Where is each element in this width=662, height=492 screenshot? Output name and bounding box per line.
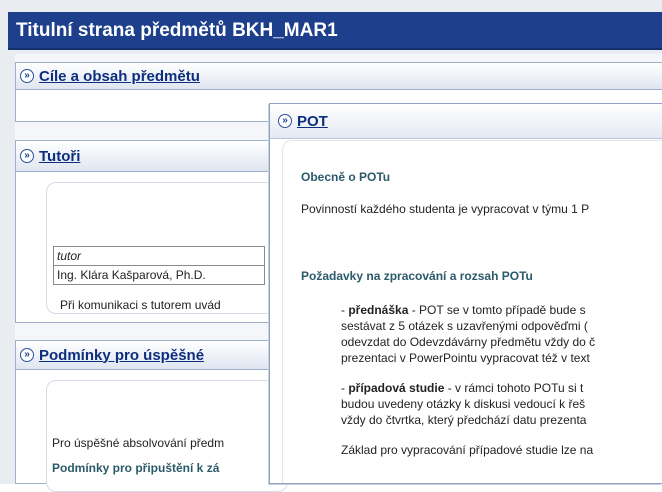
expand-chevron-icon[interactable]: » (20, 149, 34, 163)
lecture-line-4: prezentaci v PowerPointu vypracovat též … (341, 351, 590, 365)
table-row: Ing. Klára Kašparová, Ph.D. (53, 265, 265, 285)
tutor-table: tutor Ing. Klára Kašparová, Ph.D. (53, 246, 265, 285)
table-row: tutor (53, 246, 265, 266)
lecture-line-3: odevzdat do Odevzdávárny předmětu vždy d… (341, 335, 596, 349)
pot-item-lecture: - přednáška - POT se v tomto případě bud… (341, 303, 586, 317)
tutor-note: Při komunikaci s tutorem uvád (60, 298, 221, 312)
term-lecture: přednáška (348, 303, 409, 317)
tutor-table-header: tutor (53, 246, 265, 266)
lecture-line-1: - POT se v tomto případě bude s (408, 303, 586, 317)
expand-chevron-icon[interactable]: » (278, 114, 292, 128)
pot-dialog: » POT Obecně o POTu Povinností každého s… (269, 103, 662, 484)
pot-heading-requirements: Požadavky na zpracování a rozsah POTu (301, 269, 533, 283)
section-tutori-title[interactable]: Tutoři (39, 148, 80, 165)
tutor-name-cell: Ing. Klára Kašparová, Ph.D. (53, 265, 265, 285)
case-study-line-2: budou uvedeny otázky k diskusi vedoucí k… (341, 397, 586, 411)
section-cile-title[interactable]: Cíle a obsah předmětu (39, 68, 200, 85)
podminky-subheading: Podmínky pro připuštění k zá (52, 461, 220, 475)
term-case-study: případová studie (348, 381, 445, 395)
pot-intro-line: Povinností každého studenta je vypracova… (301, 202, 590, 216)
podminky-text: Pro úspěšné absolvování předm (52, 436, 225, 450)
case-study-basis-line: Základ pro vypracování případové studie … (341, 443, 594, 457)
expand-chevron-icon[interactable]: » (20, 69, 34, 83)
case-study-line-1: - v rámci tohoto POTu si t (444, 381, 584, 395)
pot-heading-general: Obecně o POTu (301, 170, 391, 184)
pot-dialog-title[interactable]: POT (297, 113, 328, 130)
page-title: Titulní strana předmětů BKH_MAR1 (8, 12, 662, 50)
case-study-line-3: vždy do čtvrtka, který předchází datu pr… (341, 413, 587, 427)
section-podminky-title[interactable]: Podmínky pro úspěšné (39, 347, 204, 364)
lecture-line-2: sestávat z 5 otázek s uzavřenými odpověď… (341, 319, 588, 333)
pot-dialog-header[interactable]: » POT (270, 104, 662, 139)
expand-chevron-icon[interactable]: » (20, 348, 34, 362)
pot-item-case-study: - případová studie - v rámci tohoto POTu… (341, 381, 583, 395)
section-cile-header[interactable]: » Cíle a obsah předmětu (16, 63, 662, 90)
